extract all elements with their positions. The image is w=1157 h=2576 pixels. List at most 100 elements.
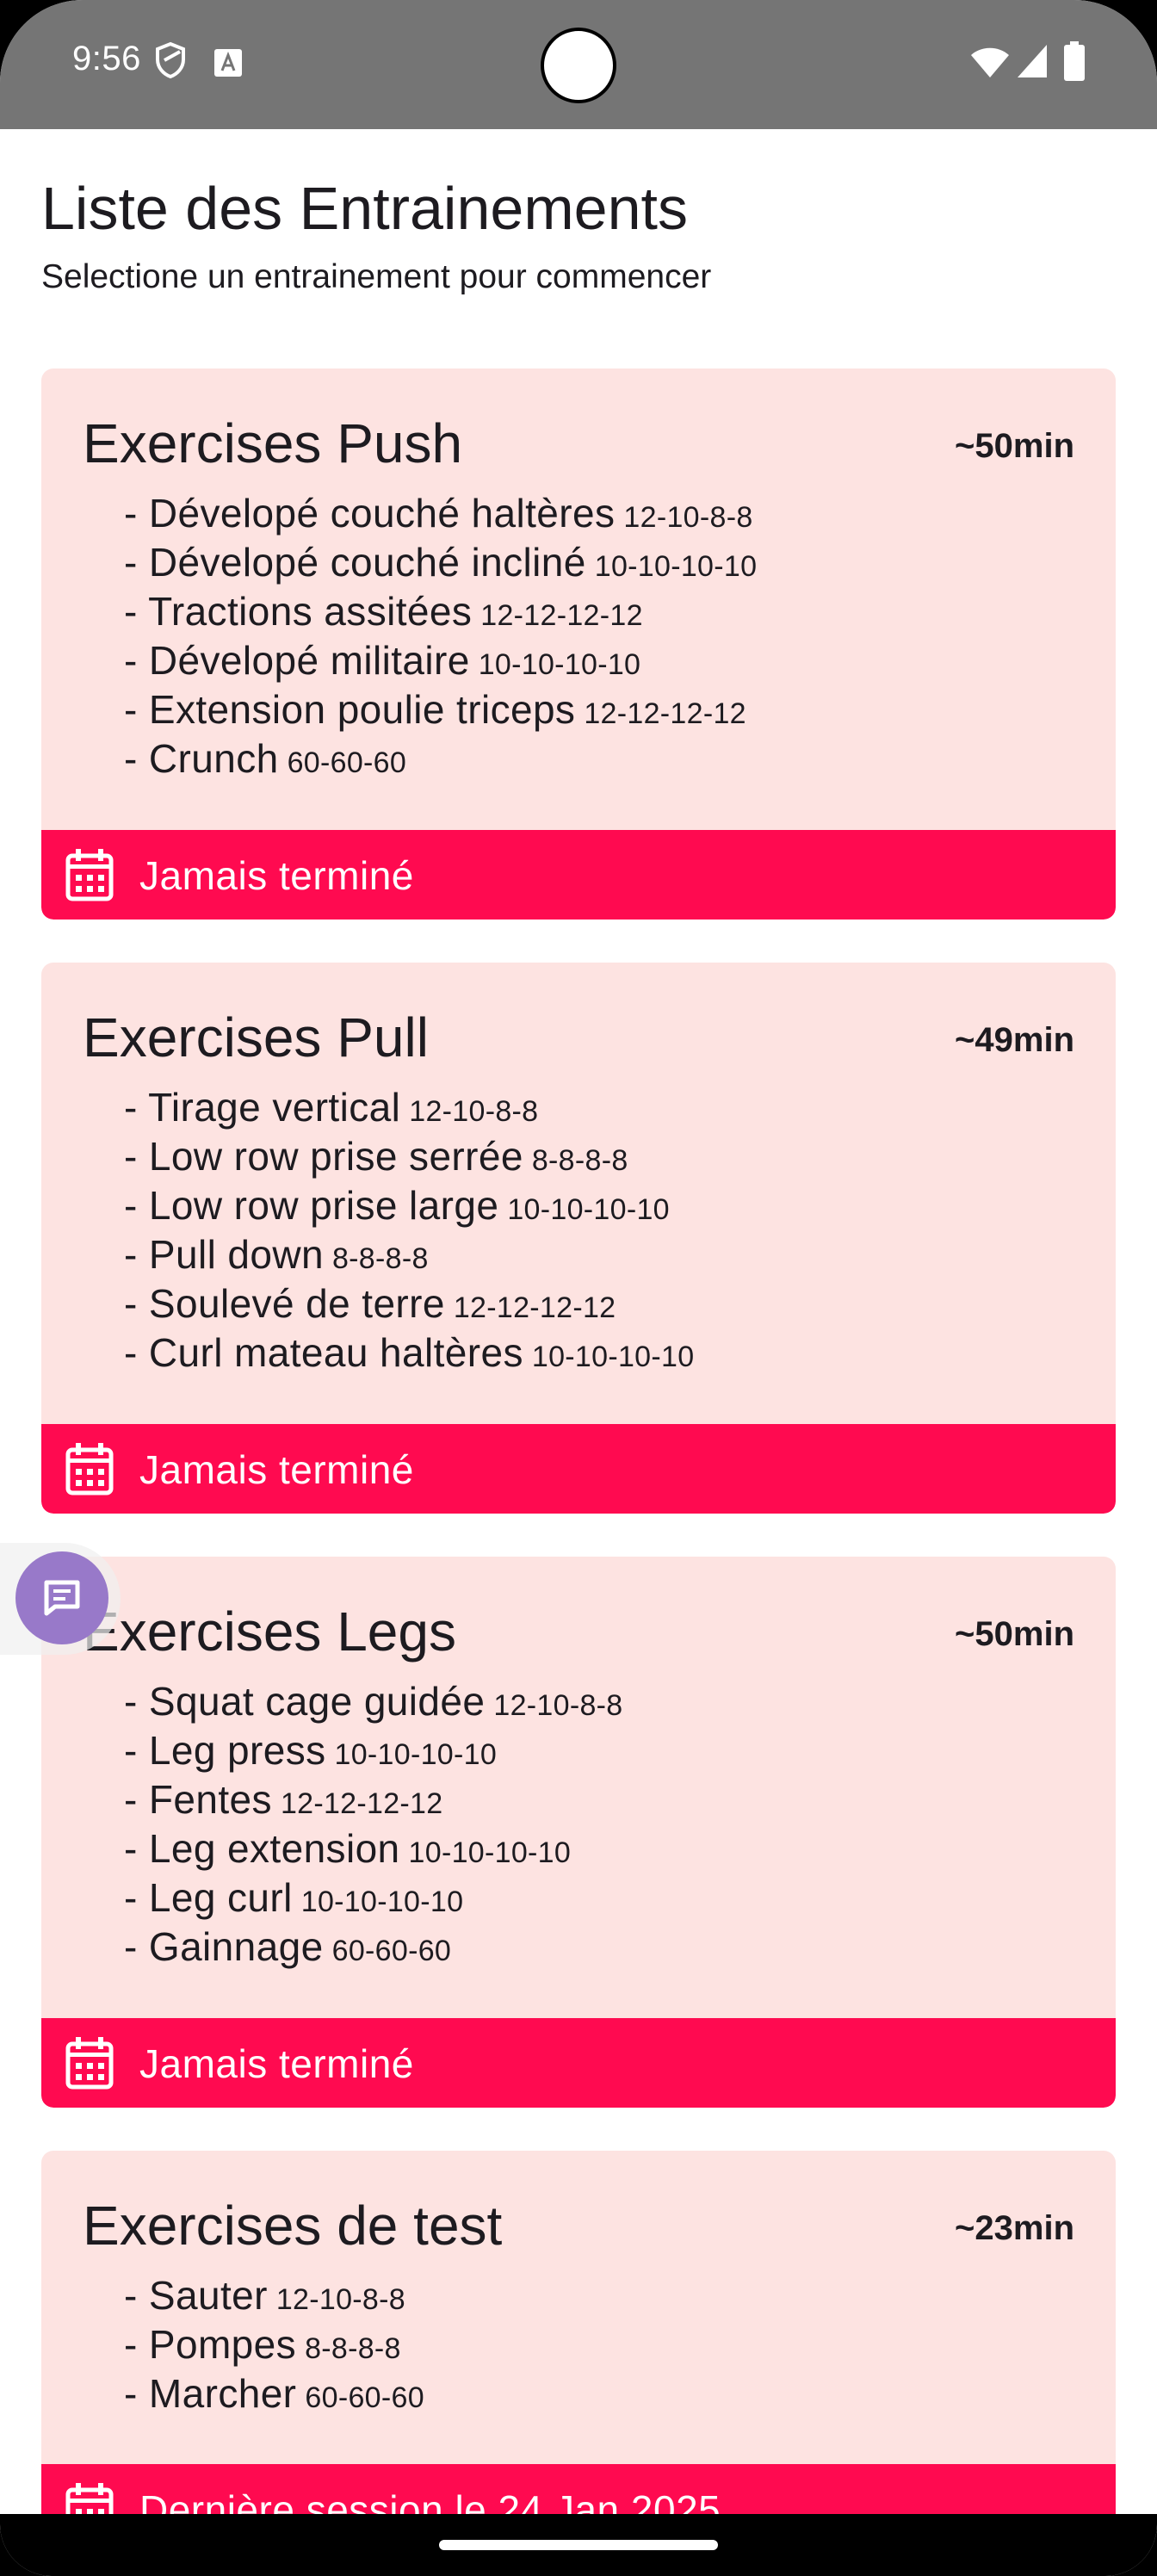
exercise-name: - Leg extension [124, 1826, 400, 1871]
workout-title: Exercises Pull [83, 1006, 429, 1068]
last-session-text: Jamais terminé [139, 853, 414, 898]
workout-card-pull[interactable]: Exercises Pull ~49min - Tirage vertical 1… [41, 963, 1116, 1514]
exercise-item: - Pompes 8-8-8-8 [124, 2320, 424, 2369]
exercise-name: - Curl mateau haltères [124, 1330, 523, 1375]
home-indicator[interactable] [439, 2540, 718, 2550]
exercise-item: - Sauter 12-10-8-8 [124, 2271, 424, 2320]
exercise-name: - Fentes [124, 1777, 272, 1822]
exercise-item: - Squat cage guidée 12-10-8-8 [124, 1677, 622, 1726]
workout-duration: ~49min [955, 1021, 1074, 1059]
exercise-list: - Dévelopé couché haltères 12-10-8-8 - Dé… [124, 489, 757, 783]
last-session-footer: Jamais terminé [41, 830, 1116, 920]
exercise-item: - Gainnage 60-60-60 [124, 1923, 622, 1972]
exercise-item: - Fentes 12-12-12-12 [124, 1775, 622, 1824]
exercise-list: - Sauter 12-10-8-8 - Pompes 8-8-8-8 - Marc… [124, 2271, 424, 2418]
calendar-icon [65, 849, 114, 901]
calendar-icon [65, 2037, 114, 2090]
exercise-item: - Leg press 10-10-10-10 [124, 1726, 622, 1775]
exercise-reps: 60-60-60 [305, 2381, 424, 2414]
exercise-reps: 8-8-8-8 [531, 1144, 628, 1177]
exercise-reps: 12-10-8-8 [275, 2283, 405, 2316]
status-time: 9:56 [72, 40, 141, 77]
chat-bubble-icon [44, 1580, 80, 1616]
exercise-name: - Squat cage guidée [124, 1679, 486, 1724]
exercise-name: - Gainnage [124, 1924, 324, 1969]
calendar-icon [65, 1443, 114, 1495]
exercise-reps: 10-10-10-10 [594, 550, 758, 583]
exercise-reps: 12-10-8-8 [493, 1689, 623, 1722]
exercise-list: - Squat cage guidée 12-10-8-8 - Leg press… [124, 1677, 622, 1972]
exercise-name: - Leg curl [124, 1875, 293, 1920]
exercise-reps: 8-8-8-8 [305, 2332, 401, 2365]
exercise-reps: 12-12-12-12 [480, 599, 643, 632]
calendar-icon [65, 2483, 114, 2514]
exercise-reps: 10-10-10-10 [478, 648, 641, 681]
workout-duration: ~50min [955, 1615, 1074, 1653]
exercise-name: - Crunch [124, 736, 279, 781]
last-session-text: Jamais terminé [139, 2041, 414, 2086]
exercise-name: - Sauter [124, 2273, 268, 2318]
exercise-name: - Tractions assitées [124, 589, 473, 634]
last-session-text: Jamais terminé [139, 1447, 414, 1492]
workout-card-push[interactable]: Exercises Push ~50min - Dévelopé couché … [41, 368, 1116, 920]
exercise-item: - Leg extension 10-10-10-10 [124, 1824, 622, 1873]
exercise-item: - Leg curl 10-10-10-10 [124, 1873, 622, 1923]
exercise-item: - Dévelopé couché incliné 10-10-10-10 [124, 538, 757, 587]
exercise-item: - Curl mateau haltères 10-10-10-10 [124, 1328, 694, 1378]
workout-duration: ~50min [955, 427, 1074, 465]
exercise-reps: 12-10-8-8 [409, 1095, 539, 1128]
signal-icon [1018, 45, 1047, 77]
wifi-icon [971, 47, 1009, 77]
workout-card-test[interactable]: Exercises de test ~23min - Sauter 12-10-8… [41, 2151, 1116, 2514]
exercise-name: - Low row prise serrée [124, 1134, 523, 1179]
workout-list-screen[interactable]: Liste des Entrainements Selectione un en… [0, 129, 1157, 2514]
exercise-item: - Low row prise large 10-10-10-10 [124, 1181, 694, 1230]
exercise-name: - Pull down [124, 1232, 324, 1277]
exercise-reps: 12-10-8-8 [623, 501, 753, 534]
exercise-reps: 10-10-10-10 [300, 1886, 464, 1918]
exercise-name: - Dévelopé militaire [124, 638, 470, 683]
exercise-reps: 12-12-12-12 [584, 697, 746, 730]
exercise-item: - Dévelopé militaire 10-10-10-10 [124, 636, 757, 685]
battery-icon [1064, 41, 1085, 81]
exercise-name: - Extension poulie triceps [124, 687, 576, 732]
workout-title: Exercises Push [83, 412, 463, 474]
camera-cutout [541, 28, 616, 103]
workout-title: Exercises de test [83, 2195, 503, 2257]
exercise-name: - Pompes [124, 2322, 297, 2367]
exercise-name: - Soulevé de terre [124, 1281, 445, 1326]
exercise-item: - Crunch 60-60-60 [124, 734, 757, 783]
exercise-item: - Low row prise serrée 8-8-8-8 [124, 1132, 694, 1181]
exercise-item: - Extension poulie triceps 12-12-12-12 [124, 685, 757, 734]
status-bar: 9:56 [0, 0, 1157, 129]
exercise-name: - Dévelopé couché incliné [124, 540, 586, 585]
workout-card-legs[interactable]: Exercises Legs ~50min - Squat cage guidé… [41, 1557, 1116, 2108]
floating-chat-handle[interactable] [0, 1543, 121, 1655]
exercise-name: - Marcher [124, 2371, 297, 2416]
navigation-bar [0, 2514, 1157, 2576]
last-session-text: Dernière session le 24 Jan 2025 [139, 2487, 721, 2514]
exercise-item: - Dévelopé couché haltères 12-10-8-8 [124, 489, 757, 538]
exercise-reps: 12-12-12-12 [280, 1787, 443, 1820]
exercise-item: - Tractions assitées 12-12-12-12 [124, 587, 757, 636]
exercise-reps: 10-10-10-10 [408, 1836, 572, 1869]
exercise-reps: 60-60-60 [331, 1935, 452, 1967]
page-subtitle: Selectione un entrainement pour commence… [41, 258, 712, 295]
shield-icon [156, 41, 185, 79]
exercise-reps: 10-10-10-10 [334, 1738, 498, 1771]
phone-screen: 9:56 Liste des Entrainements Selectione … [0, 0, 1157, 2576]
exercise-reps: 10-10-10-10 [531, 1341, 695, 1373]
workout-duration: ~23min [955, 2209, 1074, 2247]
last-session-footer: Dernière session le 24 Jan 2025 [41, 2464, 1116, 2514]
chat-bubble-button[interactable] [15, 1551, 108, 1644]
keyboard-a-icon [214, 49, 242, 77]
exercise-reps: 12-12-12-12 [453, 1291, 616, 1324]
exercise-item: - Tirage vertical 12-10-8-8 [124, 1083, 694, 1132]
last-session-footer: Jamais terminé [41, 2018, 1116, 2108]
exercise-name: - Leg press [124, 1728, 326, 1773]
exercise-reps: 10-10-10-10 [507, 1193, 670, 1226]
exercise-item: - Soulevé de terre 12-12-12-12 [124, 1279, 694, 1328]
exercise-reps: 60-60-60 [287, 746, 407, 779]
page-title: Liste des Entrainements [41, 175, 688, 242]
exercise-reps: 8-8-8-8 [331, 1242, 429, 1275]
